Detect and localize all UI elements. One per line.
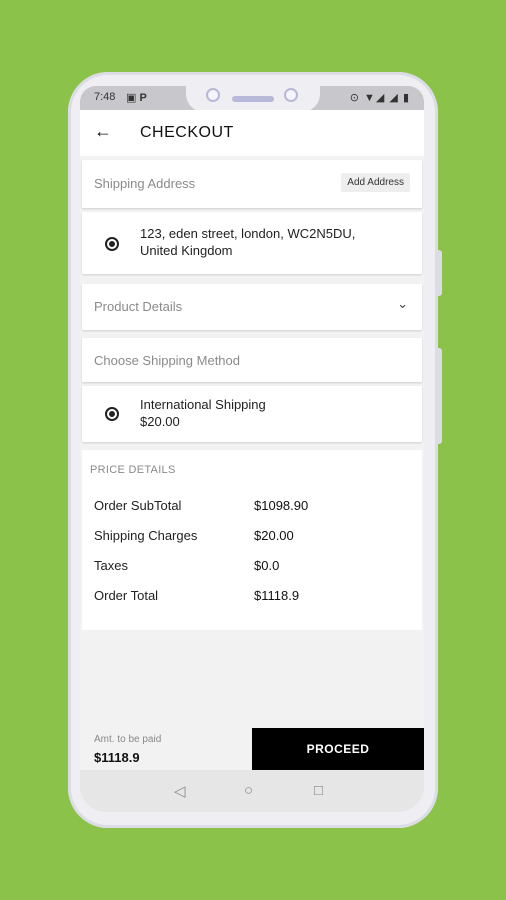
nav-home-icon[interactable]: ○ [244, 782, 253, 799]
system-icons: ⊙ ▼◢ ◢ ▮ [349, 92, 410, 104]
chevron-down-icon[interactable]: ⌄ [397, 296, 408, 312]
radio-selected-icon[interactable] [105, 407, 119, 421]
shipping-option-price: $20.00 [140, 414, 180, 429]
speaker-grille [232, 96, 274, 102]
shipping-method-header: Choose Shipping Method [82, 338, 422, 382]
front-camera-icon [206, 88, 220, 102]
shipping-option-name: International Shipping [140, 397, 266, 412]
app-bar: ← CHECKOUT [80, 110, 424, 156]
amount-value: $1118.9 [94, 750, 140, 765]
price-row-label: Order SubTotal [94, 498, 182, 513]
system-nav-bar: ◁ ○ □ [80, 770, 424, 812]
power-button [436, 348, 442, 444]
app-screen: ← CHECKOUT Shipping Address Add Address … [80, 110, 424, 770]
price-row-label: Taxes [94, 558, 128, 573]
product-details-label: Product Details [94, 299, 183, 314]
shipping-address-label: Shipping Address [94, 176, 196, 191]
proceed-button[interactable]: PROCEED [252, 728, 424, 770]
shipping-method-label: Choose Shipping Method [94, 353, 240, 368]
price-details-heading: PRICE DETAILS [90, 464, 176, 476]
nav-back-icon[interactable]: ◁ [174, 782, 186, 800]
price-row-value: $0.0 [254, 558, 280, 573]
add-address-button[interactable]: Add Address [341, 173, 410, 192]
address-line-2: United Kingdom [140, 243, 233, 258]
price-row-label: Shipping Charges [94, 528, 198, 543]
price-row-value: $20.00 [254, 528, 294, 543]
sensor-icon [284, 88, 298, 102]
shipping-address-card: Shipping Address Add Address [82, 160, 422, 208]
notification-icons: ▣ P [126, 92, 147, 104]
address-line-1: 123, eden street, london, WC2N5DU, [140, 226, 356, 241]
page-title: CHECKOUT [140, 124, 234, 141]
amount-label: Amt. to be paid [94, 734, 162, 745]
nav-recents-icon[interactable]: □ [314, 782, 323, 799]
radio-selected-icon[interactable] [105, 237, 119, 251]
price-row-value: $1098.90 [254, 498, 309, 513]
price-row-value: $1118.9 [254, 588, 300, 603]
status-time: 7:48 [94, 91, 116, 103]
product-details-row[interactable]: Product Details ⌄ [82, 284, 422, 330]
price-row-label: Order Total [94, 588, 159, 603]
address-option[interactable]: 123, eden street, london, WC2N5DU, Unite… [82, 212, 422, 274]
shipping-option[interactable]: International Shipping $20.00 [82, 386, 422, 442]
volume-button [436, 250, 442, 296]
arrow-left-icon[interactable]: ← [94, 121, 112, 142]
